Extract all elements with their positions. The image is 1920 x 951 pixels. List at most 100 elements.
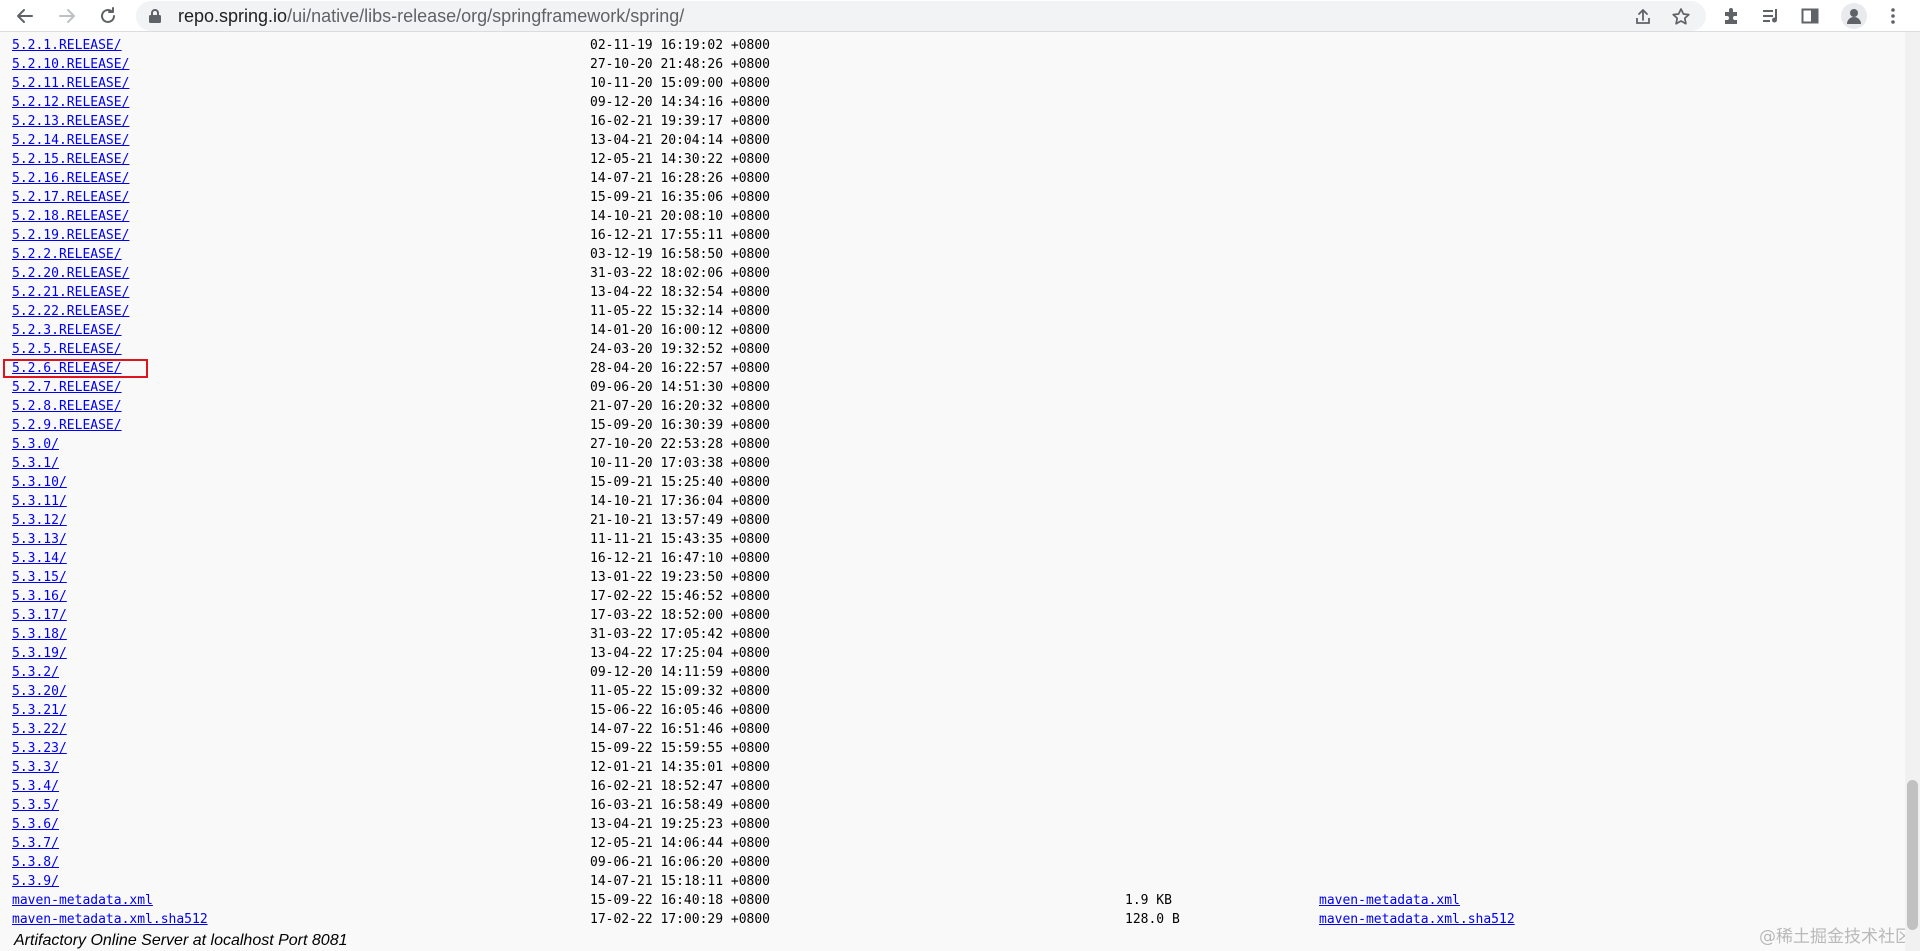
item-link[interactable]: maven-metadata.xml	[12, 891, 153, 910]
watermark: @稀土掘金技术社区	[1759, 927, 1912, 947]
item-date: 11-11-21 15:43:35 +0800	[590, 532, 771, 547]
item-date: 13-04-21 19:25:23 +0800	[590, 817, 771, 832]
item-link[interactable]: 5.3.7/	[12, 834, 59, 853]
lock-icon	[149, 9, 161, 23]
item-link[interactable]: 5.2.10.RELEASE/	[12, 55, 129, 74]
item-link[interactable]: 5.3.1/	[12, 454, 59, 473]
item-link[interactable]: 5.3.19/	[12, 644, 67, 663]
item-link[interactable]: 5.2.12.RELEASE/	[12, 93, 129, 112]
item-link[interactable]: 5.3.20/	[12, 682, 67, 701]
item-link[interactable]: 5.2.11.RELEASE/	[12, 74, 129, 93]
item-link[interactable]: 5.3.2/	[12, 663, 59, 682]
item-link[interactable]: 5.2.8.RELEASE/	[12, 397, 122, 416]
item-size: 1.9 KB	[1125, 893, 1172, 908]
item-date: 15-09-21 15:25:40 +0800	[590, 475, 771, 490]
profile-button[interactable]	[1841, 3, 1867, 29]
item-date: 21-07-20 16:20:32 +0800	[590, 399, 771, 414]
item-date: 10-11-20 17:03:38 +0800	[590, 456, 771, 471]
item-link[interactable]: 5.3.6/	[12, 815, 59, 834]
item-link[interactable]: 5.3.14/	[12, 549, 67, 568]
item-link[interactable]: 5.2.7.RELEASE/	[12, 378, 122, 397]
share-icon	[1636, 9, 1650, 24]
forward-button[interactable]	[54, 3, 80, 29]
item-link[interactable]: 5.3.16/	[12, 587, 67, 606]
item-link[interactable]: 5.2.14.RELEASE/	[12, 131, 129, 150]
item-link[interactable]: 5.3.11/	[12, 492, 67, 511]
url-text[interactable]: repo.spring.io/ui/native/libs-release/or…	[178, 6, 684, 27]
item-link[interactable]: 5.3.8/	[12, 853, 59, 872]
item-link[interactable]: 5.3.4/	[12, 777, 59, 796]
reload-button[interactable]	[95, 3, 121, 29]
url-path: /ui/native/libs-release/org/springframew…	[287, 6, 685, 26]
item-date: 16-12-21 16:47:10 +0800	[590, 551, 771, 566]
item-link[interactable]: 5.2.5.RELEASE/	[12, 340, 122, 359]
item-date: 11-05-22 15:09:32 +0800	[590, 684, 771, 699]
item-date: 17-02-22 17:00:29 +0800	[590, 912, 771, 927]
bookmark-button[interactable]	[1670, 6, 1692, 28]
side-panel-button[interactable]	[1799, 5, 1821, 27]
item-date: 27-10-20 21:48:26 +0800	[590, 57, 771, 72]
item-date: 31-03-22 17:05:42 +0800	[590, 627, 771, 642]
item-date: 09-06-21 16:06:20 +0800	[590, 855, 771, 870]
scrollbar-thumb[interactable]	[1907, 780, 1918, 930]
item-link[interactable]: 5.3.22/	[12, 720, 67, 739]
item-link[interactable]: 5.2.1.RELEASE/	[12, 36, 122, 55]
share-button[interactable]	[1632, 6, 1654, 28]
item-link[interactable]: 5.2.19.RELEASE/	[12, 226, 129, 245]
item-date: 15-09-21 16:35:06 +0800	[590, 190, 771, 205]
item-link[interactable]: 5.2.21.RELEASE/	[12, 283, 129, 302]
item-link[interactable]: 5.2.18.RELEASE/	[12, 207, 129, 226]
item-date: 14-10-21 20:08:10 +0800	[590, 209, 771, 224]
media-queue-icon	[1763, 9, 1777, 23]
item-date: 02-11-19 16:19:02 +0800	[590, 38, 771, 53]
profile-icon	[1847, 9, 1861, 24]
item-link[interactable]: 5.2.20.RELEASE/	[12, 264, 129, 283]
item-link[interactable]: 5.2.13.RELEASE/	[12, 112, 129, 131]
item-date: 16-02-21 19:39:17 +0800	[590, 114, 771, 129]
item-link[interactable]: 5.3.10/	[12, 473, 67, 492]
star-icon	[1672, 8, 1690, 25]
item-date: 15-09-20 16:30:39 +0800	[590, 418, 771, 433]
item-link[interactable]: 5.3.15/	[12, 568, 67, 587]
item-date: 14-07-21 15:18:11 +0800	[590, 874, 771, 889]
item-date: 31-03-22 18:02:06 +0800	[590, 266, 771, 281]
menu-button[interactable]	[1882, 5, 1904, 27]
item-date: 12-05-21 14:30:22 +0800	[590, 152, 771, 167]
media-button[interactable]	[1760, 5, 1782, 27]
address-bar[interactable]: repo.spring.io/ui/native/libs-release/or…	[136, 1, 1706, 31]
item-link[interactable]: 5.2.9.RELEASE/	[12, 416, 122, 435]
item-date: 09-06-20 14:51:30 +0800	[590, 380, 771, 395]
item-date: 13-04-21 20:04:14 +0800	[590, 133, 771, 148]
item-link[interactable]: 5.3.5/	[12, 796, 59, 815]
item-link[interactable]: 5.2.3.RELEASE/	[12, 321, 122, 340]
item-link[interactable]: 5.3.21/	[12, 701, 67, 720]
item-link[interactable]: 5.2.2.RELEASE/	[12, 245, 122, 264]
item-date: 27-10-20 22:53:28 +0800	[590, 437, 771, 452]
item-link[interactable]: 5.2.17.RELEASE/	[12, 188, 129, 207]
item-link[interactable]: 5.3.23/	[12, 739, 67, 758]
item-link[interactable]: 5.3.17/	[12, 606, 67, 625]
back-button[interactable]	[12, 3, 38, 29]
reload-icon	[101, 7, 115, 23]
item-file-link[interactable]: maven-metadata.xml.sha512	[1319, 910, 1515, 929]
item-link[interactable]: 5.2.16.RELEASE/	[12, 169, 129, 188]
server-footer: Artifactory Online Server at localhost P…	[14, 932, 348, 949]
item-link[interactable]: 5.3.3/	[12, 758, 59, 777]
item-link[interactable]: 5.3.12/	[12, 511, 67, 530]
item-link[interactable]: 5.3.18/	[12, 625, 67, 644]
item-date: 15-06-22 16:05:46 +0800	[590, 703, 771, 718]
item-file-link[interactable]: maven-metadata.xml	[1319, 891, 1460, 910]
item-link[interactable]: 5.2.15.RELEASE/	[12, 150, 129, 169]
item-date: 13-04-22 17:25:04 +0800	[590, 646, 771, 661]
item-date: 14-07-22 16:51:46 +0800	[590, 722, 771, 737]
extensions-button[interactable]	[1721, 5, 1743, 27]
item-link[interactable]: maven-metadata.xml.sha512	[12, 910, 208, 929]
item-date: 13-04-22 18:32:54 +0800	[590, 285, 771, 300]
browser-toolbar: repo.spring.io/ui/native/libs-release/or…	[0, 0, 1920, 32]
item-link[interactable]: 5.3.13/	[12, 530, 67, 549]
item-date: 24-03-20 19:32:52 +0800	[590, 342, 771, 357]
item-link[interactable]: 5.3.0/	[12, 435, 59, 454]
item-link[interactable]: 5.2.22.RELEASE/	[12, 302, 129, 321]
item-date: 21-10-21 13:57:49 +0800	[590, 513, 771, 528]
item-link[interactable]: 5.3.9/	[12, 872, 59, 891]
